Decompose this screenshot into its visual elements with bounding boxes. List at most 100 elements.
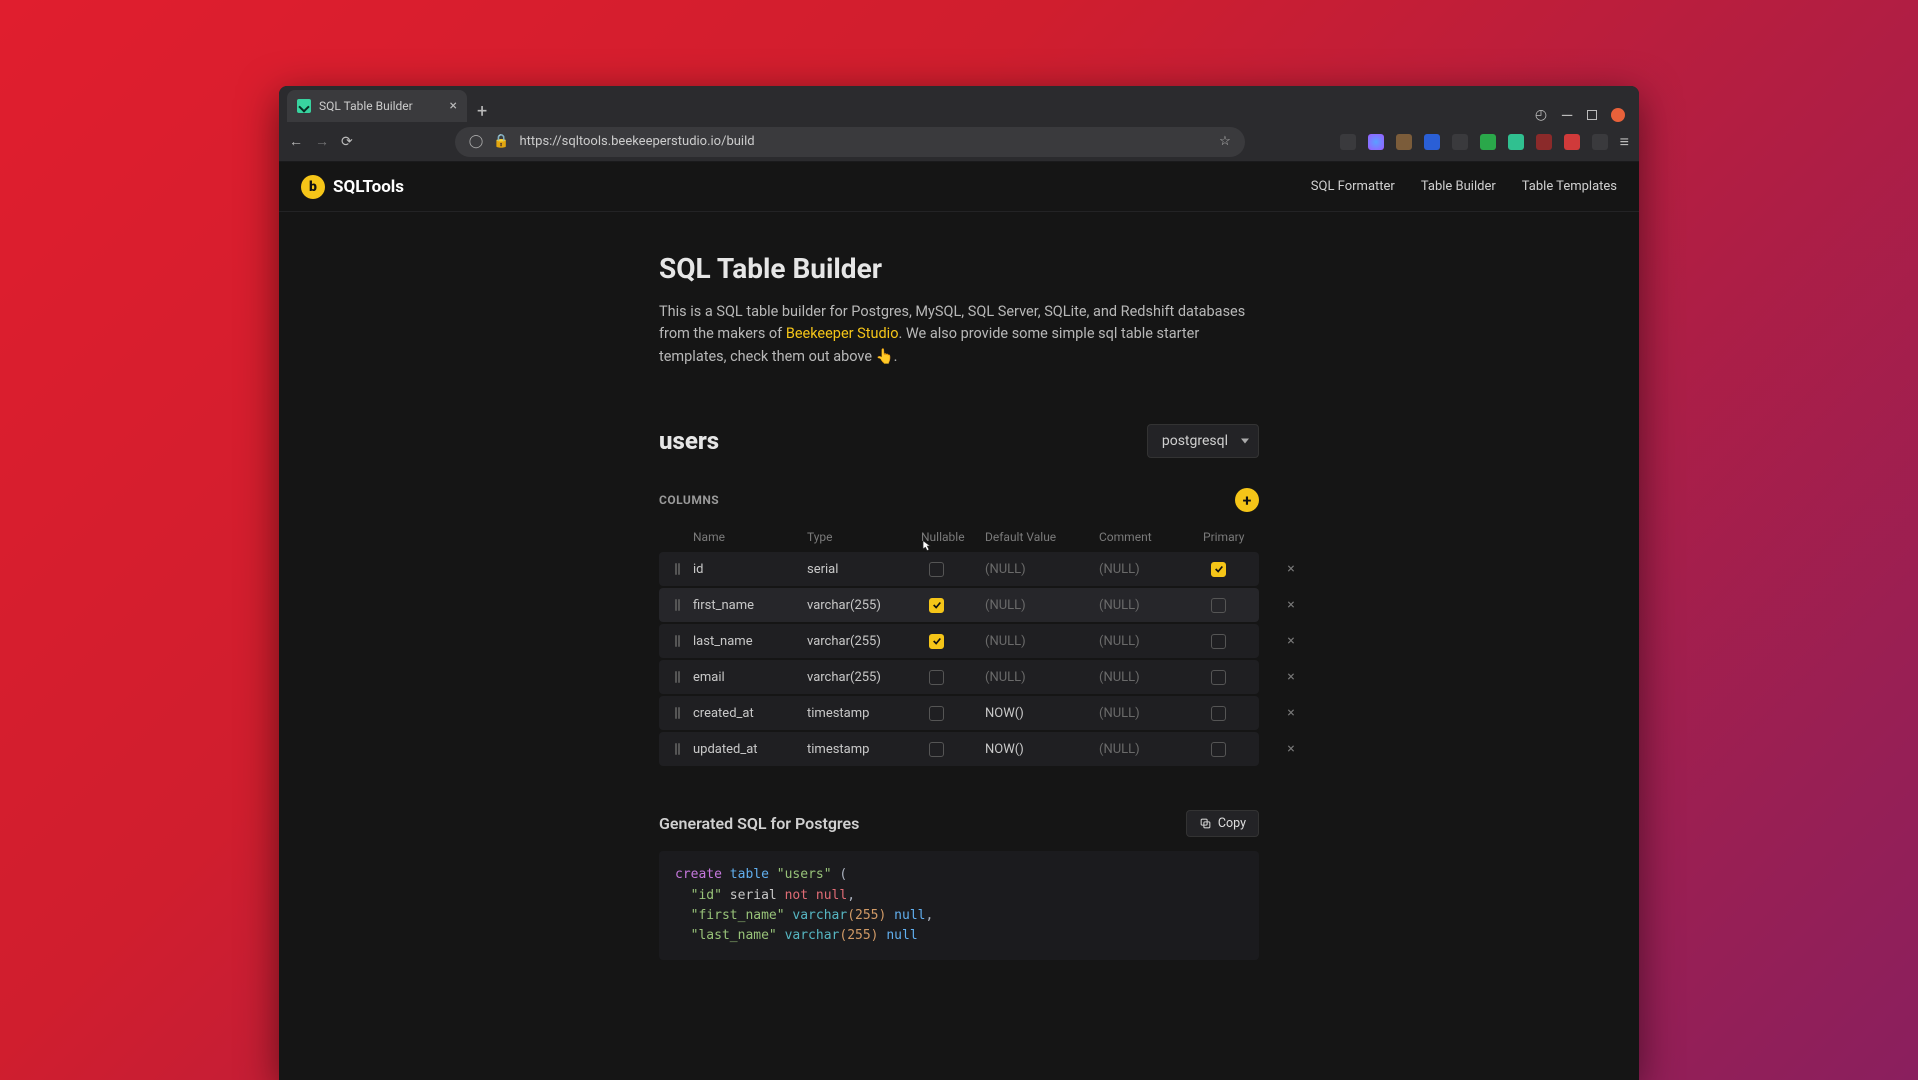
menu-icon[interactable]: ≡ [1620, 132, 1629, 152]
drag-handle-icon[interactable] [665, 671, 689, 683]
shield-icon: ◯ [469, 134, 484, 149]
ext-icon[interactable] [1340, 134, 1356, 150]
intro-text: This is a SQL table builder for Postgres… [659, 301, 1259, 368]
nav-table-templates[interactable]: Table Templates [1522, 179, 1617, 194]
table-name-input[interactable]: users [659, 427, 719, 455]
nav-sql-formatter[interactable]: SQL Formatter [1311, 179, 1395, 194]
site-header: b SQLTools SQL Formatter Table Builder T… [279, 162, 1639, 212]
ext-icon[interactable] [1480, 134, 1496, 150]
drag-handle-icon[interactable] [665, 563, 689, 575]
nullable-checkbox[interactable] [929, 598, 944, 613]
reload-button[interactable]: ⟳ [341, 134, 353, 150]
drag-handle-icon[interactable] [665, 743, 689, 755]
columns-table: Name Type Nullable Default Value Comment… [659, 522, 1259, 766]
drag-handle-icon[interactable] [665, 635, 689, 647]
window-close-button[interactable] [1611, 108, 1625, 122]
drag-handle-icon[interactable] [665, 599, 689, 611]
col-type-input[interactable]: varchar(255) [807, 598, 917, 613]
db-engine-select-wrap: postgresql [1147, 424, 1259, 458]
window-maximize-button[interactable] [1587, 110, 1597, 120]
col-name-input[interactable]: created_at [693, 706, 803, 721]
ext-icon[interactable] [1564, 134, 1580, 150]
delete-row-button[interactable]: × [1277, 741, 1305, 757]
comment-input[interactable]: (NULL) [1099, 634, 1199, 649]
delete-row-button[interactable]: × [1277, 633, 1305, 649]
window-minimize-button[interactable]: — [1561, 109, 1573, 121]
drag-handle-icon[interactable] [665, 707, 689, 719]
page-title: SQL Table Builder [659, 252, 1259, 285]
add-column-button[interactable]: + [1235, 488, 1259, 512]
comment-input[interactable]: (NULL) [1099, 670, 1199, 685]
ext-icon[interactable] [1452, 134, 1468, 150]
nullable-checkbox[interactable] [929, 634, 944, 649]
primary-checkbox[interactable] [1211, 562, 1226, 577]
beekeeper-link[interactable]: Beekeeper Studio [786, 325, 899, 342]
ext-icon[interactable] [1508, 134, 1524, 150]
nullable-checkbox[interactable] [929, 742, 944, 757]
sql-token: null [894, 908, 925, 923]
col-name-input[interactable]: first_name [693, 598, 803, 613]
col-type-input[interactable]: varchar(255) [807, 670, 917, 685]
delete-row-button[interactable]: × [1277, 561, 1305, 577]
forward-button[interactable]: → [315, 133, 329, 150]
ext-icon[interactable] [1396, 134, 1412, 150]
delete-row-button[interactable]: × [1277, 597, 1305, 613]
default-value-input[interactable]: NOW() [985, 706, 1095, 721]
comment-input[interactable]: (NULL) [1099, 742, 1199, 757]
stopwatch-icon[interactable]: ◴ [1535, 109, 1547, 121]
nav-table-builder[interactable]: Table Builder [1421, 179, 1496, 194]
col-header-comment: Comment [1099, 530, 1199, 544]
nullable-checkbox[interactable] [929, 562, 944, 577]
sql-token: table [730, 867, 769, 882]
col-type-input[interactable]: timestamp [807, 706, 917, 721]
comment-input[interactable]: (NULL) [1099, 562, 1199, 577]
url-field[interactable]: ◯ 🔒 https://sqltools.beekeeperstudio.io/… [455, 127, 1245, 157]
col-name-input[interactable]: email [693, 670, 803, 685]
browser-tab[interactable]: SQL Table Builder × [287, 90, 467, 122]
ext-icon[interactable] [1592, 134, 1608, 150]
delete-row-button[interactable]: × [1277, 669, 1305, 685]
ext-icon[interactable] [1368, 134, 1384, 150]
col-name-input[interactable]: last_name [693, 634, 803, 649]
url-text: https://sqltools.beekeeperstudio.io/buil… [519, 134, 754, 149]
ext-icon[interactable] [1536, 134, 1552, 150]
back-button[interactable]: ← [289, 133, 303, 150]
tab-strip: SQL Table Builder × + ◴ — [279, 86, 1639, 122]
generated-sql-head: Generated SQL for Postgres Copy [659, 810, 1259, 837]
sql-token: ( [839, 867, 847, 882]
primary-checkbox[interactable] [1211, 634, 1226, 649]
nullable-checkbox[interactable] [929, 670, 944, 685]
primary-checkbox[interactable] [1211, 670, 1226, 685]
primary-checkbox[interactable] [1211, 598, 1226, 613]
default-value-input[interactable]: (NULL) [985, 598, 1095, 613]
col-header-default: Default Value [985, 530, 1095, 544]
tab-close-button[interactable]: × [450, 98, 457, 114]
col-name-input[interactable]: updated_at [693, 742, 803, 757]
new-tab-button[interactable]: + [467, 101, 497, 122]
comment-input[interactable]: (NULL) [1099, 706, 1199, 721]
col-name-input[interactable]: id [693, 562, 803, 577]
col-type-input[interactable]: serial [807, 562, 917, 577]
sql-token: "last_name" [691, 928, 777, 943]
nullable-checkbox[interactable] [929, 706, 944, 721]
primary-checkbox[interactable] [1211, 706, 1226, 721]
copy-label: Copy [1218, 816, 1246, 831]
brand-name: SQLTools [333, 177, 404, 197]
default-value-input[interactable]: NOW() [985, 742, 1095, 757]
comment-input[interactable]: (NULL) [1099, 598, 1199, 613]
copy-button[interactable]: Copy [1186, 810, 1259, 837]
ext-icon[interactable] [1424, 134, 1440, 150]
sql-token: (255) [839, 928, 878, 943]
col-type-input[interactable]: varchar(255) [807, 634, 917, 649]
nav-buttons: ← → ⟳ [289, 133, 353, 150]
db-engine-select[interactable]: postgresql [1147, 424, 1259, 458]
bookmark-star-icon[interactable]: ☆ [1219, 134, 1231, 149]
primary-checkbox[interactable] [1211, 742, 1226, 757]
default-value-input[interactable]: (NULL) [985, 562, 1095, 577]
col-type-input[interactable]: timestamp [807, 742, 917, 757]
sql-token: null [816, 888, 847, 903]
default-value-input[interactable]: (NULL) [985, 670, 1095, 685]
default-value-input[interactable]: (NULL) [985, 634, 1095, 649]
delete-row-button[interactable]: × [1277, 705, 1305, 721]
site-logo[interactable]: b SQLTools [301, 175, 404, 199]
